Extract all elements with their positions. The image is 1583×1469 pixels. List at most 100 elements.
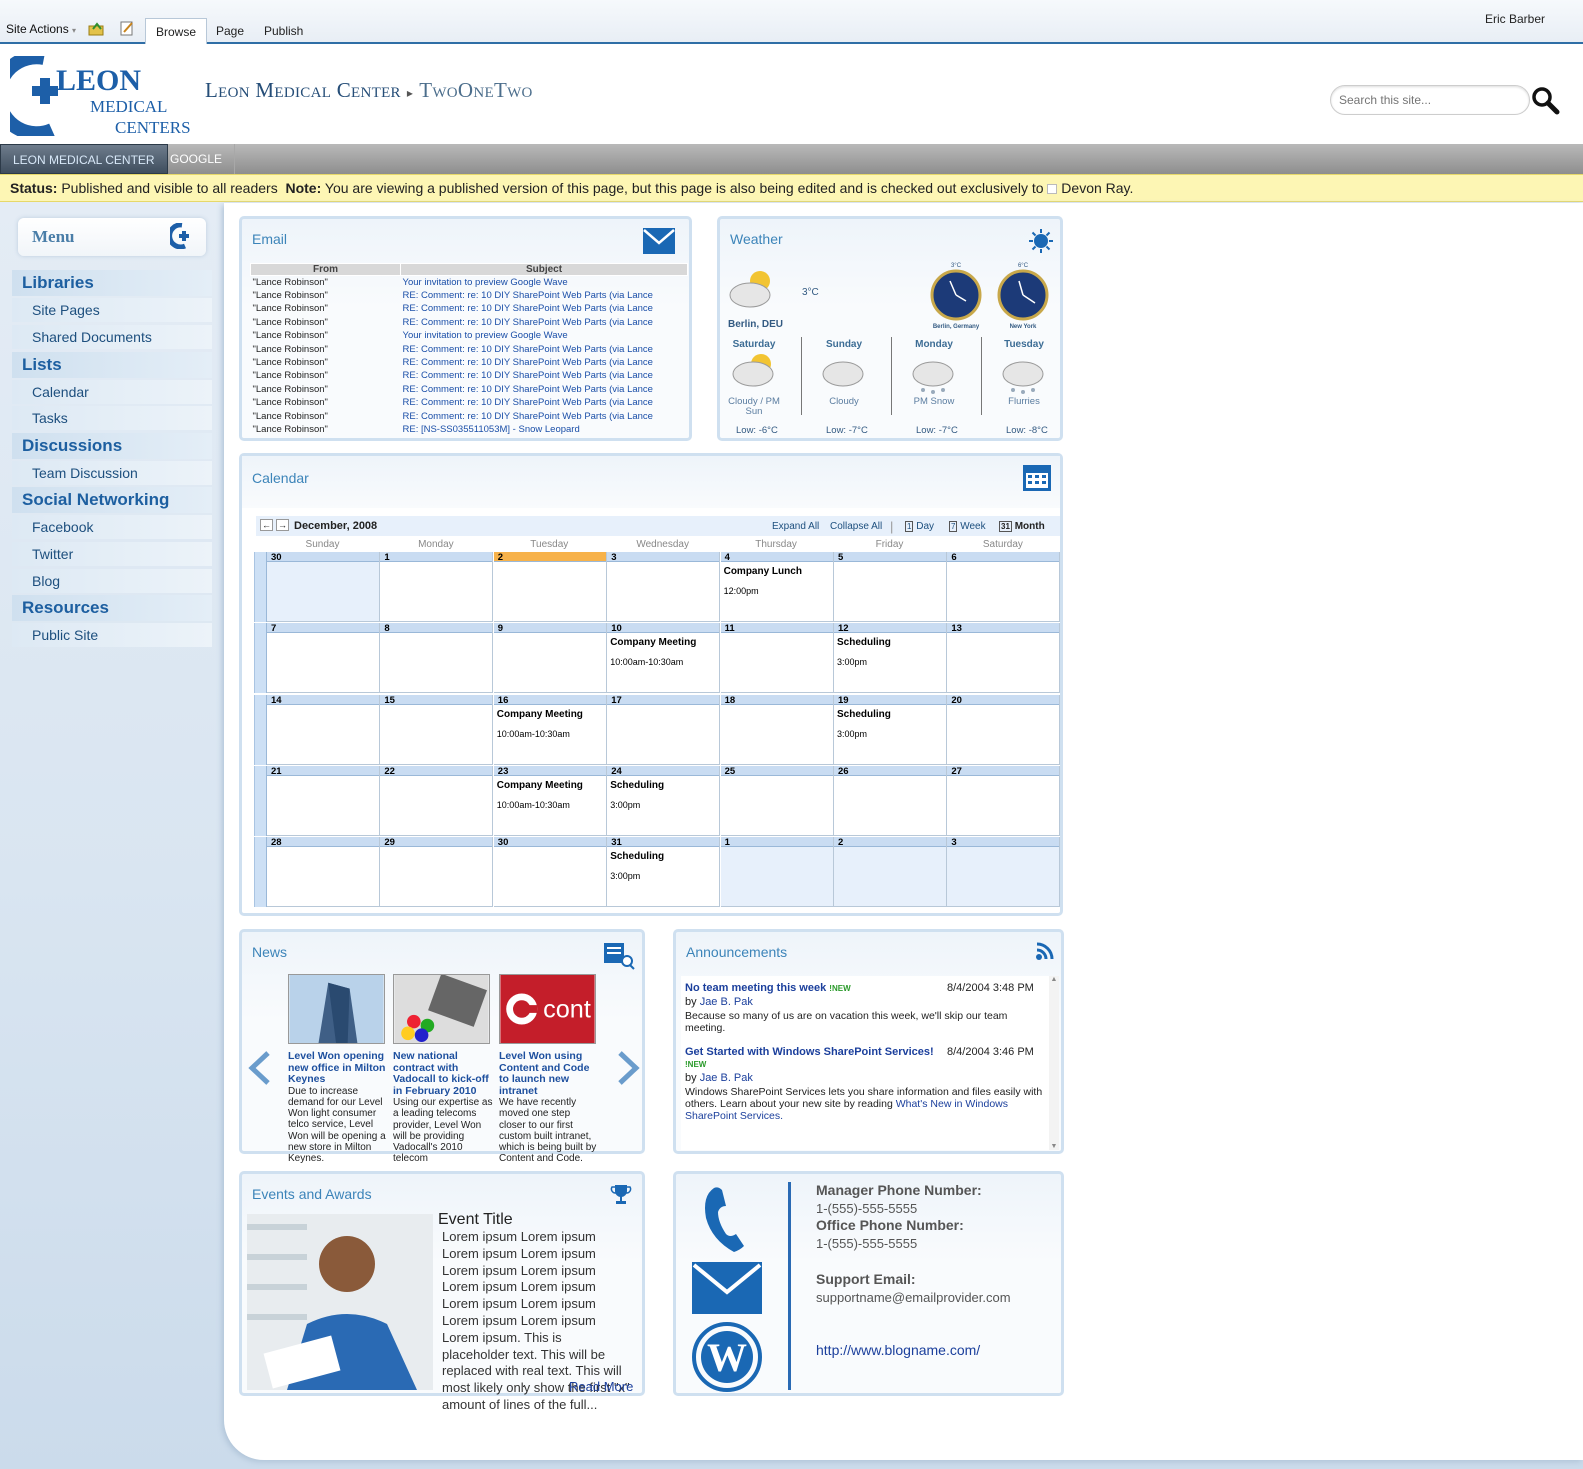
calendar-day-cell[interactable]: 10 Company Meeting 10:00am-10:30am	[607, 623, 721, 694]
blog-link[interactable]: http://www.blogname.com/	[816, 1342, 980, 1358]
calendar-event[interactable]: Scheduling	[837, 637, 891, 648]
email-subject[interactable]: Your invitation to preview Google Wave	[401, 276, 688, 289]
calendar-day-cell[interactable]: 19 Scheduling 3:00pm	[834, 694, 947, 765]
calendar-day-number[interactable]: 26	[834, 765, 946, 777]
calendar-day-number[interactable]: 18	[720, 694, 833, 706]
calendar-day-number[interactable]: 29	[380, 837, 493, 848]
calendar-day-number[interactable]: 2	[493, 552, 606, 563]
column-subject[interactable]: Subject	[400, 263, 688, 276]
calendar-day-number[interactable]: 23	[493, 765, 606, 777]
sidebar-heading-discussions[interactable]: Discussions	[12, 433, 212, 459]
calendar-day-cell[interactable]: 3	[947, 837, 1061, 908]
calendar-day-cell[interactable]: 1	[380, 552, 494, 622]
column-from[interactable]: From	[250, 263, 401, 276]
week-select-bar[interactable]	[255, 694, 267, 765]
email-row[interactable]: "Lance Robinson" RE: Comment: re: 10 DIY …	[251, 302, 688, 315]
edit-page-icon[interactable]	[119, 20, 135, 39]
calendar-day-number[interactable]: 27	[947, 765, 1060, 777]
email-row[interactable]: "Lance Robinson" RE: Comment: re: 10 DIY …	[251, 409, 688, 422]
week-view-button[interactable]: 7 Week	[949, 521, 986, 532]
email-subject[interactable]: RE: Comment: re: 10 DIY SharePoint Web P…	[401, 289, 688, 302]
manager-phone[interactable]: 1-(555)-555-5555	[816, 1201, 917, 1216]
calendar-day-number[interactable]: 15	[380, 694, 493, 706]
event-title[interactable]: Event Title	[438, 1211, 513, 1229]
calendar-day-cell[interactable]: 30	[267, 552, 380, 622]
support-email[interactable]: supportname@emailprovider.com	[816, 1290, 1011, 1305]
next-month-button[interactable]: →	[276, 519, 289, 531]
calendar-day-cell[interactable]: 6	[947, 552, 1061, 622]
calendar-day-number[interactable]: 12	[834, 623, 946, 634]
calendar-day-number[interactable]: 7	[267, 623, 379, 634]
calendar-day-cell[interactable]: 7	[267, 623, 380, 694]
announcement-title[interactable]: Get Started with Windows SharePoint Serv…	[685, 1046, 935, 1071]
calendar-day-number[interactable]: 8	[380, 623, 493, 634]
calendar-day-cell[interactable]: 2	[493, 552, 607, 622]
sidebar-heading-resources[interactable]: Resources	[12, 595, 212, 621]
email-subject[interactable]: RE: [NS-SS035511053M] - Snow Leopard	[401, 423, 688, 436]
calendar-day-cell[interactable]: 24 Scheduling 3:00pm	[607, 765, 721, 836]
email-subject[interactable]: RE: Comment: re: 10 DIY SharePoint Web P…	[401, 342, 688, 355]
calendar-day-cell[interactable]: 14	[267, 694, 380, 765]
calendar-day-number[interactable]: 11	[720, 623, 833, 634]
rss-icon[interactable]	[1035, 941, 1055, 961]
topnav-google[interactable]: GOOGLE	[158, 144, 236, 174]
calendar-day-cell[interactable]: 22	[380, 765, 494, 836]
day-view-button[interactable]: 1 Day	[905, 521, 934, 532]
email-row[interactable]: "Lance Robinson" Your invitation to previ…	[251, 276, 688, 289]
office-phone[interactable]: 1-(555)-555-5555	[816, 1236, 917, 1251]
calendar-day-number[interactable]: 24	[607, 765, 720, 777]
email-subject[interactable]: RE: Comment: re: 10 DIY SharePoint Web P…	[401, 383, 688, 396]
navigate-up-icon[interactable]	[88, 20, 104, 39]
calendar-day-number[interactable]: 30	[493, 837, 606, 848]
email-row[interactable]: "Lance Robinson" RE: Comment: re: 10 DIY …	[251, 396, 688, 409]
calendar-day-cell[interactable]: 20	[947, 694, 1061, 765]
email-subject[interactable]: RE: Comment: re: 10 DIY SharePoint Web P…	[401, 396, 688, 409]
sidebar-item-facebook[interactable]: Facebook	[12, 515, 212, 539]
checked-out-user[interactable]: Devon Ray.	[1061, 180, 1133, 196]
sidebar-item-twitter[interactable]: Twitter	[12, 542, 212, 566]
calendar-day-number[interactable]: 9	[493, 623, 606, 634]
calendar-day-number[interactable]: 31	[607, 837, 720, 848]
calendar-event[interactable]: Scheduling	[610, 851, 664, 862]
calendar-day-cell[interactable]: 25	[720, 765, 834, 836]
site-actions-menu[interactable]: Site Actions ▾	[6, 22, 76, 36]
tab-publish[interactable]: Publish	[254, 18, 313, 44]
read-more-link[interactable]: Read More	[569, 1379, 633, 1394]
email-row[interactable]: "Lance Robinson" RE: Comment: re: 10 DIY …	[251, 356, 688, 369]
calendar-day-number[interactable]: 20	[947, 694, 1060, 706]
email-row[interactable]: "Lance Robinson" RE: Comment: re: 10 DIY …	[251, 383, 688, 396]
tab-browse[interactable]: Browse	[145, 18, 208, 44]
sidebar-heading-social-networking[interactable]: Social Networking	[12, 487, 212, 513]
calendar-day-cell[interactable]: 5	[834, 552, 947, 622]
wordpress-icon[interactable]: W	[692, 1322, 762, 1392]
news-item[interactable]: cont Level Won using Content and Code to…	[499, 974, 599, 1165]
calendar-day-cell[interactable]: 17	[607, 694, 721, 765]
calendar-day-cell[interactable]: 23 Company Meeting 10:00am-10:30am	[493, 765, 607, 836]
sidebar-heading-libraries[interactable]: Libraries	[12, 270, 212, 296]
calendar-day-number[interactable]: 16	[493, 694, 606, 706]
calendar-day-number[interactable]: 17	[607, 694, 720, 706]
sidebar-item-calendar[interactable]: Calendar	[12, 380, 212, 404]
calendar-day-number[interactable]: 21	[267, 765, 379, 777]
email-subject[interactable]: RE: Comment: re: 10 DIY SharePoint Web P…	[401, 316, 688, 329]
calendar-day-number[interactable]: 10	[607, 623, 720, 634]
calendar-day-cell[interactable]: 2	[834, 837, 947, 908]
calendar-day-cell[interactable]: 26	[834, 765, 947, 836]
email-envelope-icon[interactable]	[692, 1262, 762, 1314]
calendar-day-number[interactable]: 3	[947, 837, 1060, 848]
calendar-day-cell[interactable]: 27	[947, 765, 1061, 836]
calendar-day-cell[interactable]: 3	[607, 552, 721, 622]
email-row[interactable]: "Lance Robinson" Your invitation to previ…	[251, 329, 688, 342]
calendar-event[interactable]: Company Meeting	[497, 780, 583, 791]
email-subject[interactable]: Your invitation to preview Google Wave	[401, 329, 688, 342]
calendar-day-number[interactable]: 28	[267, 837, 379, 848]
email-row[interactable]: "Lance Robinson" RE: Comment: re: 10 DIY …	[251, 342, 688, 355]
sidebar-item-team-discussion[interactable]: Team Discussion	[12, 461, 212, 485]
announcement-title[interactable]: No team meeting this week !NEW	[685, 982, 851, 994]
calendar-day-number[interactable]: 6	[947, 552, 1060, 563]
email-subject[interactable]: RE: Comment: re: 10 DIY SharePoint Web P…	[401, 369, 688, 382]
calendar-day-number[interactable]: 13	[947, 623, 1060, 634]
calendar-day-cell[interactable]: 9	[493, 623, 607, 694]
calendar-day-cell[interactable]: 13	[947, 623, 1061, 694]
sidebar-item-tasks[interactable]: Tasks	[12, 406, 212, 430]
